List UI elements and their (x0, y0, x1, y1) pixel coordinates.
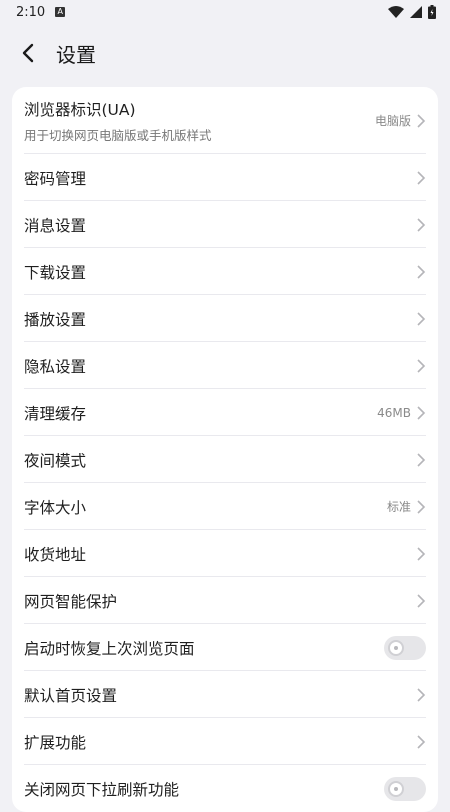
setting-web-protection[interactable]: 网页智能保护 (12, 577, 438, 624)
chevron-right-icon (417, 593, 426, 608)
setting-label: 扩展功能 (24, 733, 87, 752)
setting-value: 电脑版 (374, 114, 411, 128)
setting-label: 启动时恢复上次浏览页面 (24, 639, 195, 658)
chevron-right-icon (417, 311, 426, 326)
battery-icon (428, 5, 436, 19)
setting-address[interactable]: 收货地址 (12, 530, 438, 577)
setting-label: 关闭网页下拉刷新功能 (24, 780, 180, 799)
setting-label: 浏览器标识(UA) (24, 100, 136, 119)
setting-label: 夜间模式 (24, 451, 87, 470)
setting-label: 网页智能保护 (24, 592, 118, 611)
setting-label: 默认首页设置 (24, 686, 118, 705)
chevron-right-icon (417, 170, 426, 185)
status-left: 2:10 A (16, 4, 66, 20)
chevron-right-icon (417, 546, 426, 561)
status-bar: 2:10 A (0, 0, 450, 24)
chevron-right-icon (417, 358, 426, 373)
setting-label: 隐私设置 (24, 357, 87, 376)
setting-password[interactable]: 密码管理 (12, 154, 438, 201)
setting-value: 46MB (377, 405, 411, 420)
chevron-right-icon (417, 687, 426, 702)
chevron-right-icon (417, 499, 426, 514)
signal-icon (410, 6, 422, 18)
setting-font-size[interactable]: 字体大小 标准 (12, 483, 438, 530)
chevron-right-icon (417, 452, 426, 467)
back-arrow-icon (22, 43, 34, 63)
setting-privacy[interactable]: 隐私设置 (12, 342, 438, 389)
chevron-right-icon (417, 113, 426, 128)
page-title: 设置 (56, 42, 96, 67)
setting-download[interactable]: 下载设置 (12, 248, 438, 295)
pull-refresh-toggle[interactable] (384, 776, 426, 801)
setting-playback[interactable]: 播放设置 (12, 295, 438, 342)
setting-label: 收货地址 (24, 545, 87, 564)
setting-pull-refresh: 关闭网页下拉刷新功能 (12, 765, 438, 812)
setting-label: 清理缓存 (24, 404, 87, 423)
setting-label: 消息设置 (24, 216, 87, 235)
chevron-right-icon (417, 264, 426, 279)
chevron-right-icon (417, 217, 426, 232)
setting-value: 标准 (386, 500, 411, 514)
setting-subtitle: 用于切换网页电脑版或手机版样式 (24, 127, 212, 143)
chevron-right-icon (417, 405, 426, 420)
notification-a-icon: A (55, 7, 66, 17)
setting-restore-last: 启动时恢复上次浏览页面 (12, 624, 438, 671)
toggle-knob (388, 780, 404, 797)
setting-label: 下载设置 (24, 263, 87, 282)
status-right (388, 5, 436, 19)
setting-extensions[interactable]: 扩展功能 (12, 718, 438, 765)
setting-label: 密码管理 (24, 169, 87, 188)
header: 设置 (0, 24, 450, 82)
wifi-icon (388, 6, 404, 18)
setting-label: 播放设置 (24, 310, 87, 329)
setting-messages[interactable]: 消息设置 (12, 201, 438, 248)
setting-default-home[interactable]: 默认首页设置 (12, 671, 438, 718)
status-time: 2:10 (16, 4, 46, 20)
back-button[interactable] (22, 38, 52, 68)
chevron-right-icon (417, 734, 426, 749)
restore-last-toggle[interactable] (384, 635, 426, 660)
setting-label: 字体大小 (24, 498, 87, 517)
setting-cache[interactable]: 清理缓存 46MB (12, 389, 438, 436)
settings-card: 浏览器标识(UA) 用于切换网页电脑版或手机版样式 电脑版 密码管理 消息设置 … (12, 87, 438, 812)
setting-night-mode[interactable]: 夜间模式 (12, 436, 438, 483)
setting-browser-ua[interactable]: 浏览器标识(UA) 用于切换网页电脑版或手机版样式 电脑版 (12, 87, 438, 154)
toggle-knob (388, 639, 404, 656)
